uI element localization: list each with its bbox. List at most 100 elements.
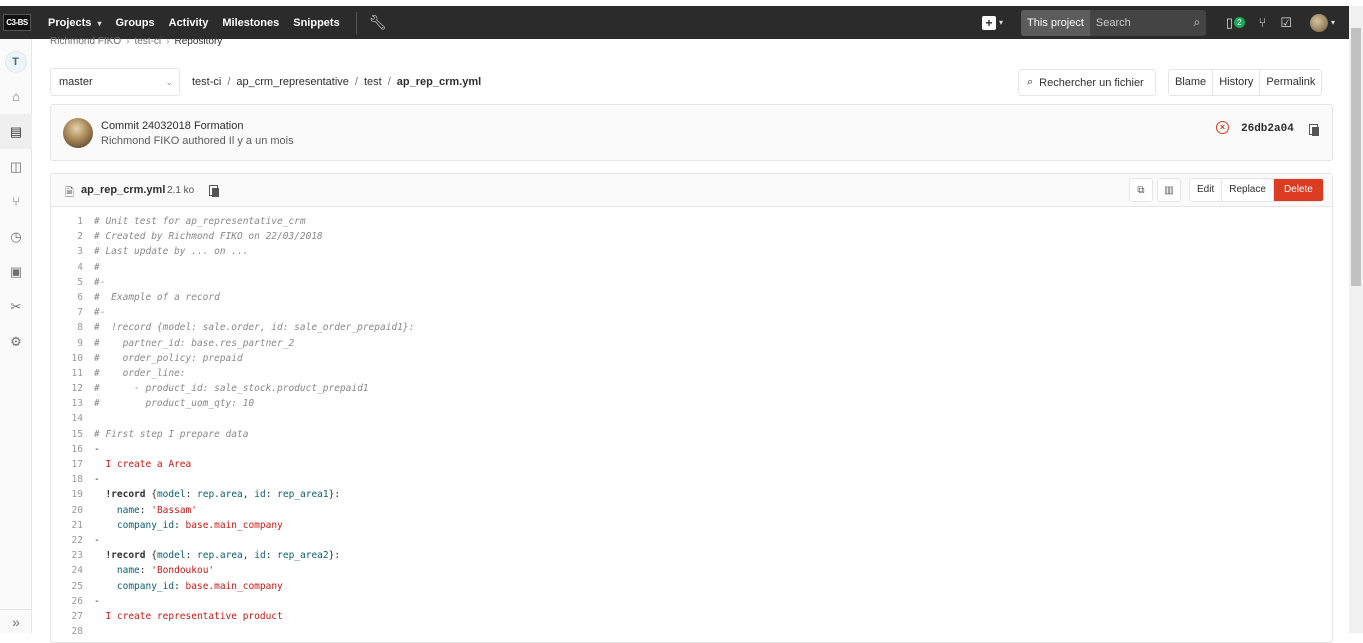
snippets-icon[interactable]: ✂ (0, 289, 32, 324)
search-scope-badge[interactable]: This project (1021, 9, 1090, 36)
scrollbar-thumb[interactable] (1351, 28, 1361, 286)
wrench-icon[interactable]: 🔧︎ (369, 14, 387, 31)
logo[interactable]: C3-BS (0, 6, 34, 39)
line-content (89, 411, 94, 426)
find-file-button[interactable]: ⌕ Rechercher un fichier (1018, 69, 1156, 96)
line-number[interactable]: 15 (51, 427, 89, 442)
code-line: 16- (51, 442, 1332, 457)
line-number[interactable]: 8 (51, 320, 89, 335)
line-number[interactable]: 25 (51, 579, 89, 594)
line-content: - (94, 443, 100, 455)
line-content: # product_uom_qty: 10 (94, 398, 255, 410)
line-content: company_id: base.main_company (116, 580, 283, 592)
chevron-down-icon[interactable]: ▾ (999, 18, 1003, 27)
nav-snippets[interactable]: Snippets (293, 17, 339, 29)
home-icon[interactable]: ⌂ (0, 79, 32, 114)
path-segment[interactable]: test-ci (192, 76, 221, 88)
line-number[interactable]: 2 (51, 229, 89, 244)
line-content: I create representative product (94, 610, 283, 622)
commit-sha[interactable]: 26db2a04 (1241, 123, 1294, 135)
line-content: # order_policy: prepaid (94, 352, 243, 364)
line-number[interactable]: 6 (51, 290, 89, 305)
breadcrumb-current[interactable]: Repository (175, 36, 223, 47)
merge-requests-icon[interactable]: ⑂ (0, 184, 32, 219)
open-raw-icon[interactable]: ▥ (1157, 178, 1181, 202)
wiki-icon[interactable]: ▣ (0, 254, 32, 289)
todo-check-icon[interactable]: ☑ (1280, 15, 1292, 31)
line-number[interactable]: 18 (51, 472, 89, 487)
line-content: name: 'Bassam' (116, 504, 197, 516)
line-number[interactable]: 17 (51, 457, 89, 472)
breadcrumb-owner[interactable]: Richmond FIKO (50, 36, 121, 47)
line-number[interactable]: 24 (51, 563, 89, 578)
line-number[interactable]: 10 (51, 351, 89, 366)
nav-milestones[interactable]: Milestones (222, 17, 279, 29)
edit-button[interactable]: Edit (1190, 179, 1223, 201)
branch-dropdown[interactable]: master ⌄ (50, 68, 180, 96)
path-segment[interactable]: ap_crm_representative (236, 76, 349, 88)
commit-title[interactable]: Commit 24032018 Formation (101, 120, 243, 132)
permalink-button[interactable]: Permalink (1260, 70, 1322, 95)
line-content: !record {model: rep.area, id: rep_area1}… (105, 489, 341, 501)
chevron-down-icon: ⌄ (165, 77, 173, 87)
line-number[interactable]: 3 (51, 244, 89, 259)
search-box: This project ⌕ (1021, 9, 1206, 36)
copy-contents-icon[interactable]: ⧉ (1129, 178, 1153, 202)
issues-count-badge: 2 (1234, 17, 1245, 28)
blame-button[interactable]: Blame (1169, 70, 1214, 95)
collapse-sidebar-icon[interactable]: » (0, 609, 32, 633)
copy-sha-icon[interactable] (1309, 124, 1320, 136)
line-number[interactable]: 13 (51, 396, 89, 411)
pipeline-failed-icon[interactable]: × (1216, 121, 1229, 134)
code-line: 26- (51, 594, 1332, 609)
commit-author-avatar[interactable] (63, 118, 93, 148)
project-avatar[interactable]: T (4, 51, 27, 73)
search-icon[interactable]: ⌕ (1188, 15, 1206, 30)
line-number[interactable]: 14 (51, 411, 89, 426)
line-number[interactable]: 4 (51, 260, 89, 275)
line-number[interactable]: 19 (51, 487, 89, 502)
breadcrumb-project[interactable]: test-ci (134, 36, 161, 47)
line-number[interactable]: 26 (51, 594, 89, 609)
nav-projects[interactable]: Projects ▾ (48, 17, 102, 29)
line-number[interactable]: 20 (51, 503, 89, 518)
pipelines-icon[interactable]: ◷ (0, 219, 32, 254)
line-number[interactable]: 28 (51, 624, 89, 639)
code-line: 6 # Example of a record (51, 290, 1332, 305)
settings-icon[interactable]: ⚙ (0, 324, 32, 359)
line-number[interactable]: 21 (51, 518, 89, 533)
nav-groups[interactable]: Groups (116, 17, 155, 29)
line-number[interactable]: 27 (51, 609, 89, 624)
line-number[interactable]: 22 (51, 533, 89, 548)
replace-button[interactable]: Replace (1222, 179, 1274, 201)
line-number[interactable]: 5 (51, 275, 89, 290)
code-line: 28 (51, 624, 1332, 639)
new-item-plus-icon[interactable]: + (982, 15, 997, 30)
line-number[interactable]: 1 (51, 214, 89, 229)
user-avatar[interactable] (1309, 13, 1328, 32)
issues-nav-button[interactable]: ▯ 2 (1226, 15, 1245, 31)
code-line: 3 # Last update by ... on ... (51, 244, 1332, 259)
code-line: 13 # product_uom_qty: 10 (51, 396, 1332, 411)
copy-file-path-icon[interactable] (209, 185, 220, 197)
line-number[interactable]: 12 (51, 381, 89, 396)
line-number[interactable]: 11 (51, 366, 89, 381)
line-number[interactable]: 9 (51, 336, 89, 351)
delete-button[interactable]: Delete (1273, 179, 1323, 201)
merge-request-icon[interactable]: ⑂ (1259, 15, 1267, 30)
search-input[interactable] (1089, 9, 1188, 36)
repository-icon[interactable]: ▤ (0, 114, 32, 149)
chevron-down-icon[interactable]: ▾ (1331, 18, 1335, 27)
issues-icon[interactable]: ◫ (0, 149, 32, 184)
history-button[interactable]: History (1213, 70, 1261, 95)
file-view-buttons: Blame History Permalink (1168, 69, 1323, 96)
path-current-file[interactable]: ap_rep_crm.yml (397, 76, 481, 88)
page-scrollbar[interactable] (1349, 6, 1363, 633)
code-line: 21 company_id: base.main_company (51, 518, 1332, 533)
line-number[interactable]: 7 (51, 305, 89, 320)
line-number[interactable]: 23 (51, 548, 89, 563)
line-number[interactable]: 16 (51, 442, 89, 457)
nav-activity[interactable]: Activity (169, 17, 209, 29)
code-view: 1 # Unit test for ap_representative_crm 2 #… (51, 214, 1332, 639)
path-segment[interactable]: test (364, 76, 382, 88)
